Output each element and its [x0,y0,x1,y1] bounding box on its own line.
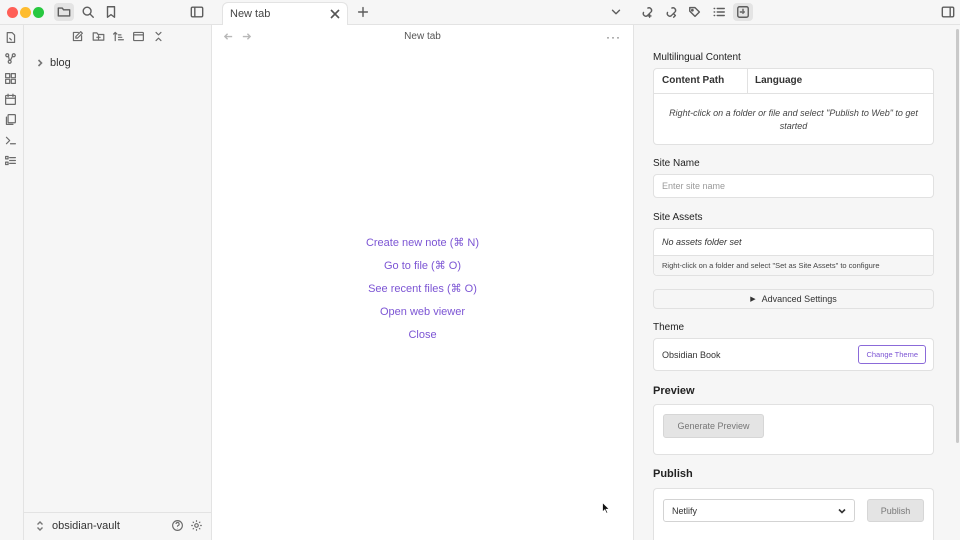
outline-icon[interactable] [709,3,729,21]
create-new-note-link[interactable]: Create new note (⌘ N) [212,236,633,259]
publish-box: Netlify Publish [653,488,934,540]
preview-box: Generate Preview [653,404,934,455]
chevron-up-down-icon [37,521,43,531]
open-quick-switcher-icon[interactable] [4,31,19,46]
vault-switcher[interactable]: obsidian-vault [36,520,120,532]
daily-note-icon[interactable] [4,93,19,108]
new-note-icon[interactable] [71,30,87,46]
vault-bar: obsidian-vault [24,512,212,540]
tab-label: New tab [230,8,271,20]
more-options-icon[interactable]: ··· [606,30,621,44]
multilingual-empty-text: Right-click on a folder or file and sele… [669,108,918,131]
templates-icon[interactable] [4,113,19,128]
column-divider [747,69,748,93]
scrollbar[interactable] [956,29,959,443]
publish-panel: Multilingual Content Content Path Langua… [633,25,960,540]
search-icon[interactable] [78,3,98,21]
go-to-file-link[interactable]: Go to file (⌘ O) [212,259,633,282]
publish-heading: Publish [653,468,693,480]
bookmark-icon[interactable] [101,3,121,21]
see-recent-files-link[interactable]: See recent files (⌘ O) [212,282,633,305]
triangle-right-icon: ▶ [750,296,756,303]
folder-item-blog[interactable]: blog [36,55,71,71]
provider-select[interactable]: Netlify [663,499,855,522]
assets-hint-text: Right-click on a folder and select "Set … [654,255,933,275]
chevron-down-icon [838,508,846,514]
multilingual-table: Content Path Language Right-click on a f… [653,68,934,145]
provider-selected-value: Netlify [672,505,698,516]
tags-icon[interactable] [685,3,705,21]
publish-icon[interactable] [733,3,753,21]
preview-heading: Preview [653,385,695,397]
advanced-settings-label: Advanced Settings [761,294,837,304]
empty-state-actions: Create new note (⌘ N) Go to file (⌘ O) S… [212,236,633,351]
mouse-cursor-icon [602,502,610,514]
multilingual-title: Multilingual Content [653,52,741,63]
view-header-title: New tab [404,31,441,42]
chevron-right-icon [37,59,43,67]
folder-label: blog [50,57,71,69]
current-theme-name: Obsidian Book [662,350,721,360]
publish-button[interactable]: Publish [867,499,924,522]
theme-box: Obsidian Book Change Theme [653,338,934,371]
assets-empty-text: No assets folder set [662,237,742,247]
site-name-label: Site Name [653,158,700,169]
tab-close-icon[interactable] [328,7,342,21]
settings-gear-icon[interactable] [190,519,204,533]
outgoing-links-icon[interactable] [661,3,681,21]
header-divider [654,93,933,94]
files-icon[interactable] [54,3,74,21]
change-theme-button[interactable]: Change Theme [858,345,926,364]
backlinks-icon[interactable] [637,3,657,21]
window-close-button[interactable] [7,7,18,18]
site-assets-label: Site Assets [653,212,703,223]
graph-view-icon[interactable] [4,52,19,67]
new-folder-icon[interactable] [92,30,108,46]
tab-list-chevron-down-icon[interactable] [606,3,626,21]
help-icon[interactable] [171,519,185,533]
canvas-icon[interactable] [4,72,19,87]
main-view: New tab ··· Create new note (⌘ N) Go to … [212,25,633,540]
new-tab-icon[interactable] [353,3,373,21]
bases-icon[interactable] [4,154,19,169]
collapse-all-icon[interactable] [132,30,148,46]
window-minimize-button[interactable] [20,7,31,18]
open-web-viewer-link[interactable]: Open web viewer [212,305,633,328]
right-sidebar-toggle-icon[interactable] [938,3,958,21]
sort-icon[interactable] [112,30,128,46]
file-explorer: blog obsidian-vault [24,25,212,540]
column-header-content-path: Content Path [662,75,725,86]
generate-preview-button[interactable]: Generate Preview [663,414,764,438]
site-assets-box: No assets folder set Right-click on a fo… [653,228,934,276]
theme-label: Theme [653,322,685,333]
left-ribbon [0,25,24,540]
column-header-language: Language [755,75,803,86]
vault-name: obsidian-vault [52,520,120,532]
advanced-settings-toggle[interactable]: ▶ Advanced Settings [653,289,934,309]
tab-new-tab[interactable]: New tab [222,2,348,25]
title-bar: New tab [0,0,960,25]
site-name-input[interactable] [653,174,934,198]
window-maximize-button[interactable] [33,7,44,18]
close-tab-link[interactable]: Close [212,328,633,351]
expand-icon[interactable] [152,30,168,46]
command-palette-icon[interactable] [4,134,19,149]
sidebar-toggle-icon[interactable] [187,3,207,21]
